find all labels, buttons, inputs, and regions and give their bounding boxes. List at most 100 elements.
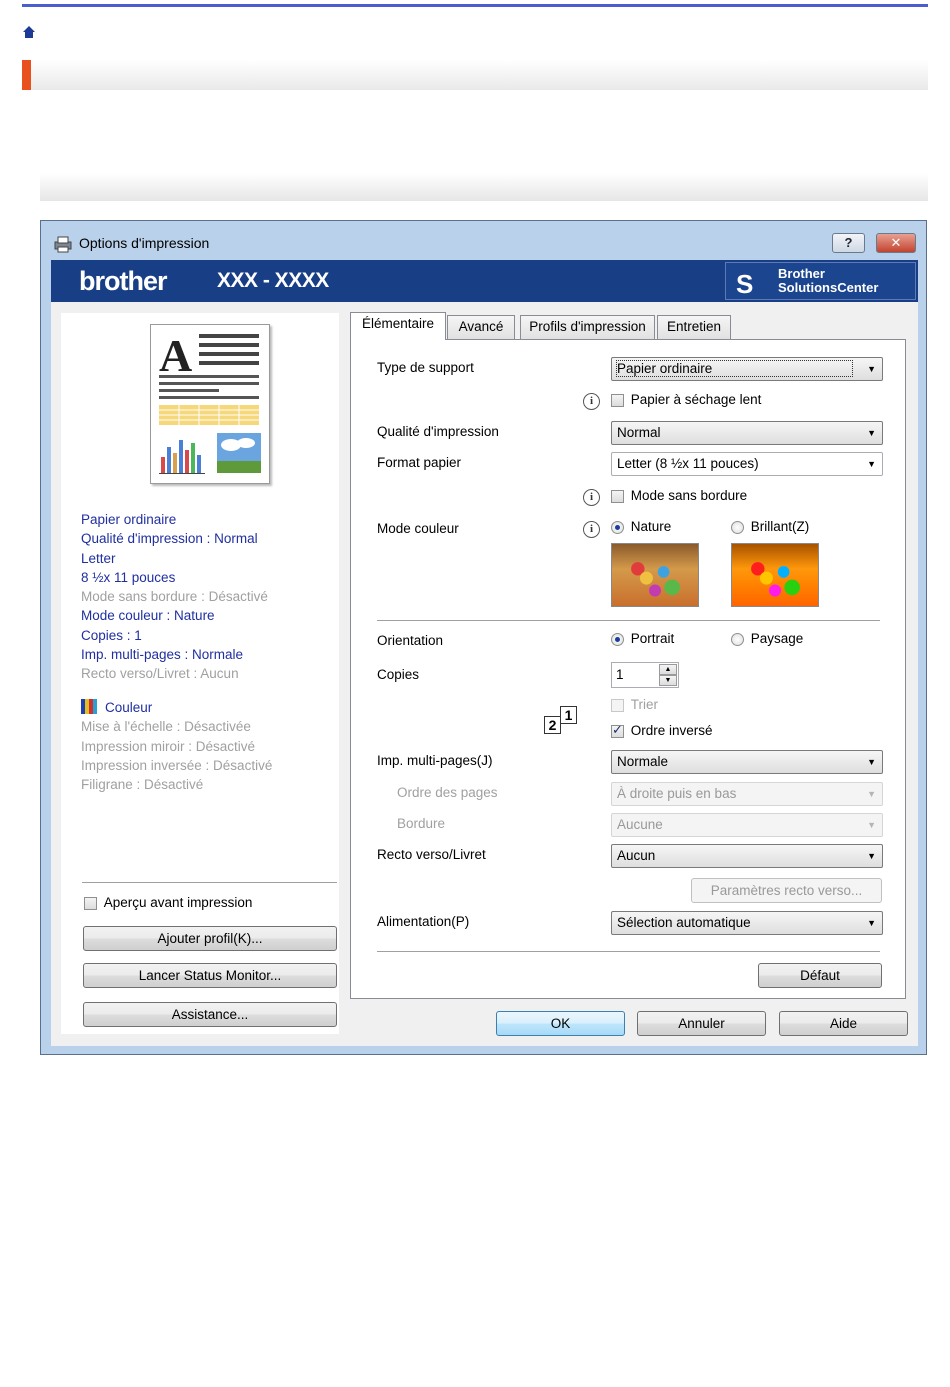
home-icon[interactable]	[22, 25, 36, 39]
summary-line: Recto verso/Livret : Aucun	[81, 666, 239, 682]
color-vivid-radio-row[interactable]: Brillant(Z)	[731, 519, 809, 534]
quality-label: Qualité d'impression	[377, 424, 499, 439]
page-order-select[interactable]: À droite puis en bas ▼	[611, 782, 883, 806]
duplex-select[interactable]: Aucun ▼	[611, 844, 883, 868]
portrait-radio-row[interactable]: Portrait	[611, 631, 674, 646]
borderless-checkbox[interactable]	[611, 489, 624, 503]
reverse-order-checkbox[interactable]	[611, 722, 624, 738]
copies-stepper[interactable]: 1 ▲ ▼	[611, 662, 679, 688]
paper-source-label: Alimentation(P)	[377, 914, 470, 929]
color-natural-radio-row[interactable]: Nature	[611, 519, 671, 534]
summary-line: 8 ½x 11 pouces	[81, 569, 176, 585]
paper-size-label: Format papier	[377, 455, 462, 470]
summary-line: Impression miroir : Désactivé	[81, 738, 256, 754]
media-type-value: Papier ordinaire	[615, 360, 854, 377]
border-select[interactable]: Aucune ▼	[611, 813, 883, 837]
chevron-down-icon: ▼	[867, 428, 876, 438]
borderless-row[interactable]: Mode sans bordure	[611, 488, 747, 503]
color-mode-label: Mode couleur	[377, 521, 459, 536]
color-natural-label: Nature	[630, 519, 672, 534]
summary-line: Letter	[81, 550, 116, 566]
tab-print-profiles[interactable]: Profils d'impression	[520, 315, 655, 339]
summary-line: Imp. multi-pages : Normale	[81, 647, 244, 663]
separator	[377, 951, 880, 952]
chevron-down-icon: ▼	[867, 918, 876, 928]
quality-value: Normal	[617, 425, 661, 440]
preview-checkbox-label: Aperçu avant impression	[103, 895, 253, 910]
info-icon[interactable]: i	[583, 393, 600, 410]
paper-source-select[interactable]: Sélection automatique ▼	[611, 911, 883, 935]
vivid-preview-image	[731, 543, 819, 607]
cancel-button[interactable]: Annuler	[637, 1011, 766, 1036]
preview-checkbox[interactable]	[84, 896, 97, 910]
slow-drying-row[interactable]: Papier à séchage lent	[611, 392, 761, 407]
ok-button[interactable]: OK	[496, 1011, 625, 1036]
portrait-radio[interactable]	[611, 632, 624, 646]
multipage-select[interactable]: Normale ▼	[611, 750, 883, 774]
color-bars-icon	[81, 699, 97, 714]
info-icon[interactable]: i	[583, 521, 600, 538]
collate-checkbox[interactable]	[611, 698, 624, 712]
top-rule	[22, 4, 928, 7]
separator	[377, 620, 880, 621]
left-separator	[82, 882, 337, 883]
tab-advanced[interactable]: Avancé	[447, 315, 515, 339]
copies-value: 1	[616, 667, 624, 682]
chevron-down-icon: ▼	[867, 789, 876, 799]
summary-line: Papier ordinaire	[81, 512, 177, 527]
page-order-label: Ordre des pages	[397, 785, 498, 800]
slow-drying-checkbox[interactable]	[611, 393, 624, 407]
orientation-label: Orientation	[377, 633, 444, 648]
brand-logo: brother	[79, 266, 167, 296]
assistance-button[interactable]: Assistance...	[83, 1002, 337, 1027]
tab-maintenance[interactable]: Entretien	[657, 315, 731, 339]
media-type-select[interactable]: Papier ordinaire ▼	[611, 357, 883, 381]
document-preview: A	[150, 324, 270, 484]
chevron-down-icon: ▼	[867, 364, 876, 374]
solutions-center-icon: S	[736, 269, 754, 299]
copies-label: Copies	[377, 667, 420, 682]
model-name: XXX - XXXX	[217, 269, 329, 292]
duplex-label: Recto verso/Livret	[377, 847, 486, 862]
stepper-up-icon[interactable]: ▲	[659, 664, 677, 675]
print-options-dialog: Options d'impression ? ✕ brother XXX - X…	[40, 220, 927, 1055]
chevron-down-icon: ▼	[867, 459, 876, 469]
landscape-radio[interactable]	[731, 632, 744, 646]
info-icon[interactable]: i	[583, 489, 600, 506]
landscape-radio-row[interactable]: Paysage	[731, 631, 803, 646]
collate-label: Trier	[630, 697, 659, 712]
portrait-label: Portrait	[630, 631, 675, 646]
color-summary: Couleur	[81, 698, 272, 717]
color-natural-radio[interactable]	[611, 520, 624, 534]
tab-basic[interactable]: Élémentaire	[350, 312, 446, 340]
add-profile-button[interactable]: Ajouter profil(K)...	[83, 926, 337, 951]
chevron-down-icon: ▼	[867, 820, 876, 830]
help-footer-button[interactable]: Aide	[779, 1011, 908, 1036]
color-vivid-radio[interactable]	[731, 520, 744, 534]
default-button[interactable]: Défaut	[758, 963, 882, 988]
stepper-down-icon[interactable]: ▼	[659, 675, 677, 686]
brand-banner: brother XXX - XXXX S Brother SolutionsCe…	[51, 260, 918, 302]
quality-select[interactable]: Normal ▼	[611, 421, 883, 445]
slow-drying-label: Papier à séchage lent	[630, 392, 762, 407]
collate-row[interactable]: Trier	[611, 697, 658, 712]
status-monitor-button[interactable]: Lancer Status Monitor...	[83, 963, 337, 988]
close-button[interactable]: ✕	[876, 233, 916, 253]
preview-checkbox-row[interactable]: Aperçu avant impression	[84, 895, 252, 910]
paper-size-select[interactable]: Letter (8 ½x 11 pouces) ▼	[611, 452, 883, 476]
multipage-value: Normale	[617, 754, 669, 769]
summary-line: Filigrane : Désactivé	[81, 777, 204, 793]
reverse-order-row[interactable]: Ordre inversé	[611, 722, 713, 738]
reverse-order-label: Ordre inversé	[630, 723, 713, 738]
border-label: Bordure	[397, 816, 446, 831]
border-value: Aucune	[617, 817, 663, 832]
landscape-label: Paysage	[750, 631, 804, 646]
solutions-center-button[interactable]: S Brother SolutionsCenter	[725, 262, 916, 300]
help-button[interactable]: ?	[832, 233, 865, 253]
dialog-content: A Papier ordinaire Qualité d'impression …	[51, 302, 918, 1046]
paper-source-value: Sélection automatique	[617, 915, 751, 930]
duplex-settings-button[interactable]: Paramètres recto verso...	[691, 878, 882, 903]
dialog-title: Options d'impression	[79, 235, 210, 251]
summary-list-2: Couleur Mise à l'échelle : Désactivée Im…	[81, 698, 272, 794]
chevron-down-icon: ▼	[867, 851, 876, 861]
